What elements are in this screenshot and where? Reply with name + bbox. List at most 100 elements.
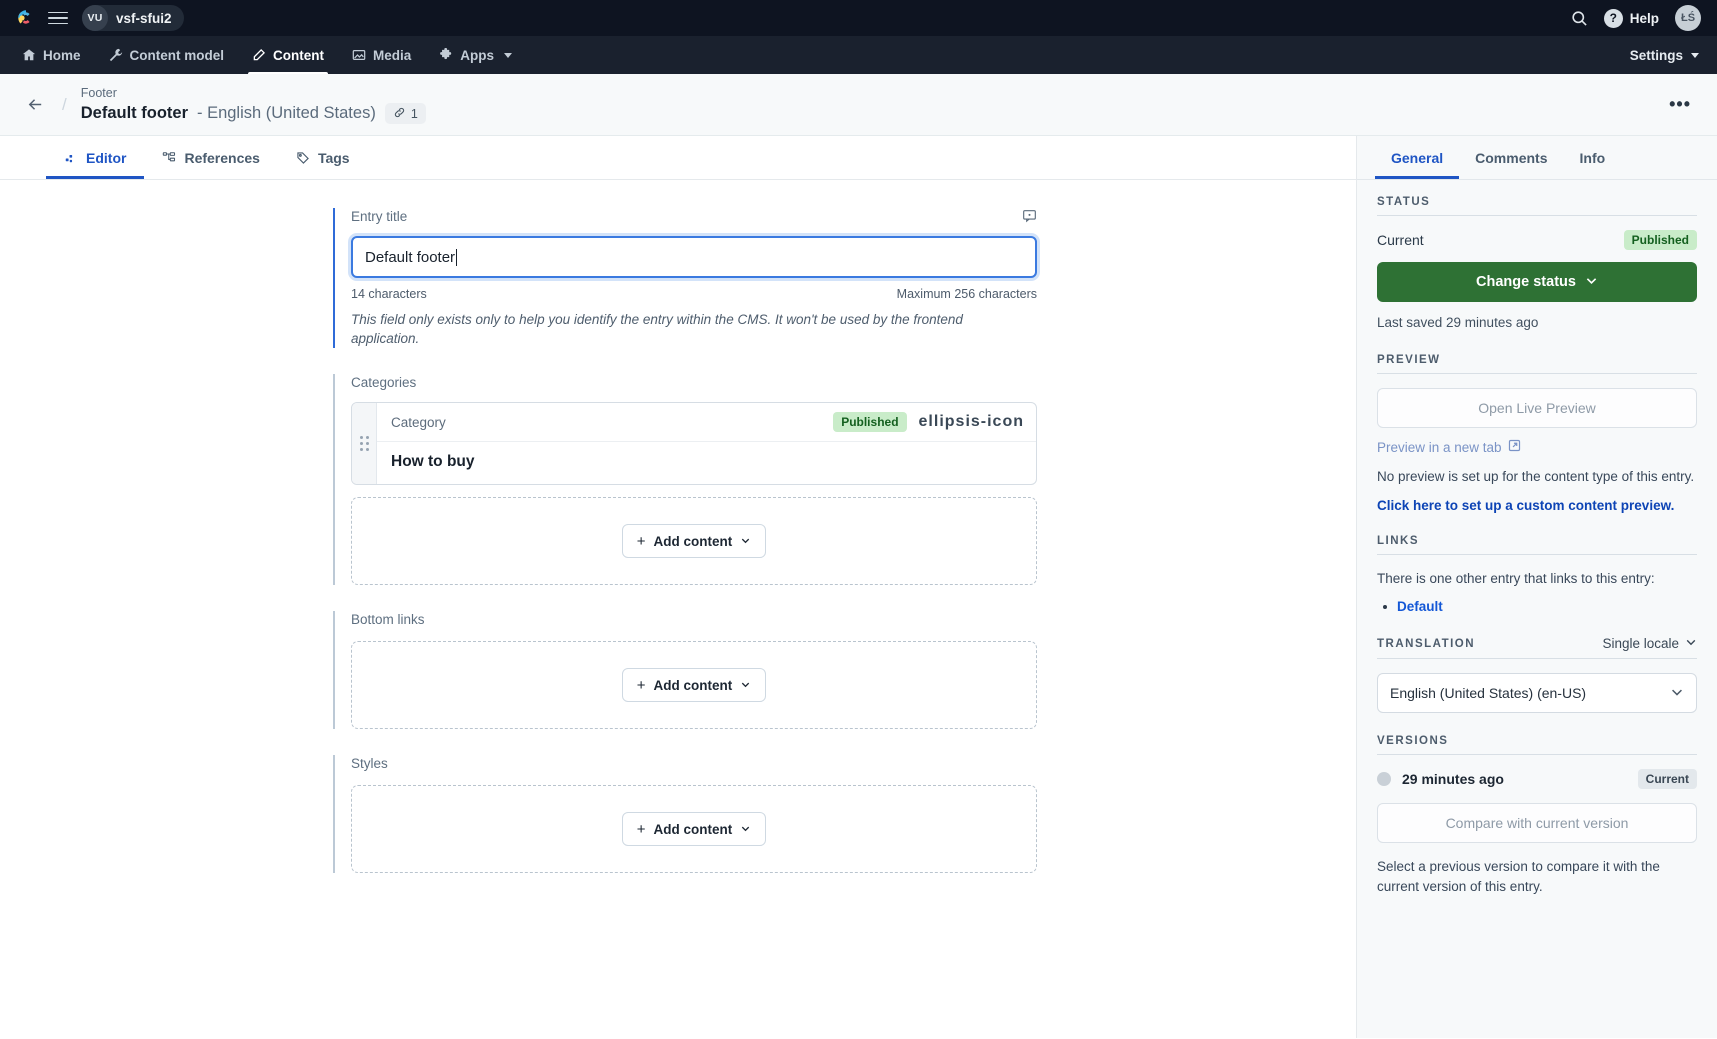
section-title: PREVIEW bbox=[1377, 354, 1441, 366]
ellipsis-icon[interactable]: ellipsis-icon bbox=[919, 413, 1024, 431]
entry-more-actions-button[interactable]: ••• bbox=[1669, 94, 1695, 115]
preview-heading-row: PREVIEW bbox=[1377, 354, 1697, 374]
drag-handle-icon[interactable] bbox=[352, 403, 377, 484]
wrench-icon bbox=[109, 48, 123, 62]
section-title: TRANSLATION bbox=[1377, 638, 1475, 650]
text-cursor bbox=[456, 249, 457, 266]
add-content-label: Add content bbox=[654, 822, 733, 837]
linked-entry-link[interactable]: Default bbox=[1397, 599, 1443, 614]
field-label: Entry title bbox=[351, 208, 407, 226]
link-chain-icon bbox=[393, 106, 406, 122]
locale-select[interactable]: English (United States) (en-US) bbox=[1377, 673, 1697, 713]
help-button[interactable]: ? Help bbox=[1604, 9, 1659, 28]
nav-label: Home bbox=[43, 48, 81, 63]
nav-item-media[interactable]: Media bbox=[338, 36, 425, 74]
preview-new-tab-label: Preview in a new tab bbox=[1377, 440, 1502, 455]
versions-heading-row: VERSIONS bbox=[1377, 735, 1697, 755]
chevron-down-icon bbox=[1691, 53, 1699, 58]
sidebar-body: STATUS Current Published Change status L… bbox=[1357, 180, 1717, 949]
translation-heading-row: TRANSLATION Single locale bbox=[1377, 636, 1697, 659]
arrow-left-icon[interactable] bbox=[22, 92, 48, 118]
breadcrumb-parent[interactable]: Footer bbox=[81, 85, 426, 102]
entry-title-row: Default footer - English (United States)… bbox=[81, 103, 426, 124]
space-avatar: VU bbox=[82, 5, 108, 31]
versions-note: Select a previous version to compare it … bbox=[1377, 857, 1697, 897]
page-title: Default footer bbox=[81, 104, 188, 123]
image-icon bbox=[352, 48, 366, 62]
compare-version-button[interactable]: Compare with current version bbox=[1377, 803, 1697, 843]
field-label: Styles bbox=[351, 755, 1037, 773]
add-content-button[interactable]: + Add content bbox=[622, 524, 767, 558]
sidebar-section-translation: TRANSLATION Single locale English (Unite… bbox=[1377, 636, 1697, 713]
header-divider: / bbox=[62, 95, 67, 115]
avatar[interactable]: ŁŚ bbox=[1675, 5, 1701, 31]
main-nav: Home Content model Content Media Apps Se… bbox=[0, 36, 1717, 74]
section-title: LINKS bbox=[1377, 535, 1419, 547]
chevron-down-icon bbox=[1670, 685, 1684, 702]
change-status-button[interactable]: Change status bbox=[1377, 262, 1697, 302]
no-preview-text: No preview is set up for the content typ… bbox=[1377, 467, 1697, 486]
tab-label: Tags bbox=[318, 150, 350, 166]
sidebar-tabs: General Comments Info bbox=[1357, 136, 1717, 180]
search-icon[interactable] bbox=[1571, 10, 1588, 27]
settings-label: Settings bbox=[1630, 48, 1683, 63]
space-selector[interactable]: VU vsf-sfui2 bbox=[82, 5, 184, 31]
locale-mode-selector[interactable]: Single locale bbox=[1602, 636, 1697, 651]
tab-tags[interactable]: Tags bbox=[278, 136, 368, 179]
linked-entry-meta: Category Published ellipsis-icon bbox=[377, 403, 1036, 442]
top-bar: VU vsf-sfui2 ? Help ŁŚ bbox=[0, 0, 1717, 36]
external-link-icon bbox=[1508, 439, 1521, 455]
status-label: Current bbox=[1377, 232, 1424, 248]
sidebar-tab-comments[interactable]: Comments bbox=[1459, 136, 1563, 179]
link-count: 1 bbox=[411, 107, 418, 121]
bullet-icon bbox=[1383, 605, 1387, 609]
linked-entry-title[interactable]: How to buy bbox=[377, 442, 1036, 484]
version-current-badge: Current bbox=[1638, 769, 1697, 789]
nav-item-apps[interactable]: Apps bbox=[425, 36, 526, 74]
section-title: VERSIONS bbox=[1377, 735, 1448, 747]
version-status-icon bbox=[1377, 772, 1391, 786]
nav-item-content[interactable]: Content bbox=[238, 36, 338, 74]
settings-menu[interactable]: Settings bbox=[1630, 48, 1699, 63]
comment-icon[interactable] bbox=[1022, 208, 1037, 228]
linked-entry-card[interactable]: Category Published ellipsis-icon How to … bbox=[351, 402, 1037, 485]
tab-label: Editor bbox=[86, 150, 126, 166]
add-content-button[interactable]: + Add content bbox=[622, 812, 767, 846]
categories-dropzone: + Add content bbox=[351, 497, 1037, 585]
contentful-logo-icon[interactable] bbox=[16, 8, 36, 28]
sidebar-tab-general[interactable]: General bbox=[1375, 136, 1459, 179]
plus-icon: + bbox=[637, 678, 646, 693]
preview-new-tab-link[interactable]: Preview in a new tab bbox=[1377, 439, 1697, 455]
entry-title-helpers: 14 characters Maximum 256 characters bbox=[351, 287, 1037, 301]
field-hint: This field only exists only to help you … bbox=[351, 310, 1011, 348]
nav-item-home[interactable]: Home bbox=[8, 36, 95, 74]
tab-references[interactable]: References bbox=[144, 136, 278, 179]
section-title: STATUS bbox=[1377, 196, 1430, 208]
status-current-row: Current Published bbox=[1377, 230, 1697, 250]
version-row[interactable]: 29 minutes ago Current bbox=[1377, 769, 1697, 789]
puzzle-icon bbox=[439, 48, 453, 62]
nav-item-content-model[interactable]: Content model bbox=[95, 36, 239, 74]
open-live-preview-button[interactable]: Open Live Preview bbox=[1377, 388, 1697, 428]
add-content-button[interactable]: + Add content bbox=[622, 668, 767, 702]
hamburger-menu-icon[interactable] bbox=[48, 8, 68, 28]
topbar-actions: ? Help ŁŚ bbox=[1571, 5, 1701, 31]
locale-selected-value: English (United States) (en-US) bbox=[1390, 685, 1586, 701]
setup-preview-link[interactable]: Click here to set up a custom content pr… bbox=[1377, 498, 1697, 513]
chevron-down-icon bbox=[740, 822, 751, 837]
chevron-down-icon bbox=[1685, 636, 1697, 651]
tag-icon bbox=[296, 151, 310, 165]
field-categories: Categories Category Published ellipsis-i… bbox=[333, 374, 1037, 585]
editor-tabs: Editor References bbox=[0, 136, 1356, 180]
status-badge: Published bbox=[833, 412, 906, 432]
max-chars: Maximum 256 characters bbox=[897, 287, 1037, 301]
plus-icon: + bbox=[637, 534, 646, 549]
entry-links-chip[interactable]: 1 bbox=[385, 103, 426, 124]
tab-editor[interactable]: Editor bbox=[46, 136, 144, 179]
bottom-links-dropzone: + Add content bbox=[351, 641, 1037, 729]
chevron-down-icon bbox=[504, 53, 512, 58]
field-styles: Styles + Add content bbox=[333, 755, 1037, 873]
entry-title-input[interactable]: Default footer bbox=[351, 236, 1037, 278]
nav-label: Content bbox=[273, 48, 324, 63]
sidebar-tab-info[interactable]: Info bbox=[1564, 136, 1622, 179]
